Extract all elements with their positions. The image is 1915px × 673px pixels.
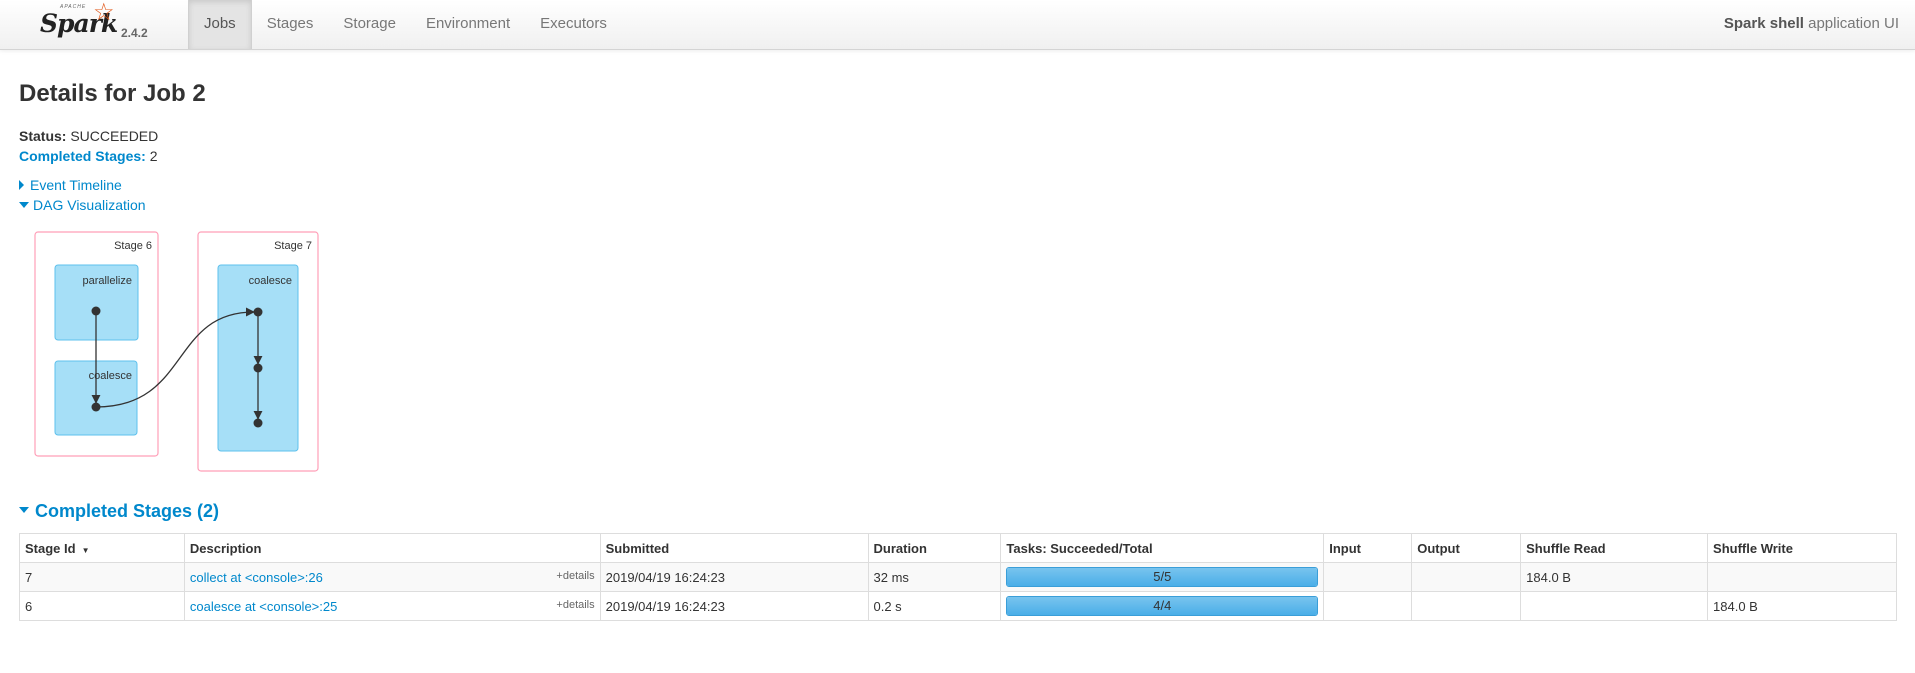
- tasks-progress-label: 4/4: [1153, 598, 1172, 613]
- cell-input: [1323, 562, 1413, 592]
- triangle-down-icon: [19, 507, 29, 514]
- tab-executors[interactable]: Executors: [525, 0, 622, 49]
- col-duration[interactable]: Duration: [867, 533, 1002, 563]
- table-row: 6 coalesce at <console>:25 +details 2019…: [19, 591, 1897, 621]
- spark-logo[interactable]: APACHE Spark ☆ 2.4.2: [36, 0, 156, 49]
- dag-visualization: Stage 6 parallelize coalesce Stage 7 coa…: [34, 231, 319, 472]
- dag-visualization-toggle[interactable]: DAG Visualization: [19, 197, 146, 213]
- col-submitted[interactable]: Submitted: [599, 533, 869, 563]
- cell-tasks: 4/4: [1000, 591, 1325, 621]
- completed-stages-table: Stage Id ▼ Description Submitted Duration…: [19, 533, 1897, 621]
- spark-star-icon: ☆: [93, 0, 115, 26]
- cell-shuffle-read: 184.0 B: [1520, 562, 1709, 592]
- cell-stage-id: 6: [19, 591, 185, 621]
- table-header-row: Stage Id ▼ Description Submitted Duration…: [19, 533, 1897, 563]
- page-title: Details for Job 2: [19, 80, 206, 107]
- col-output[interactable]: Output: [1411, 533, 1522, 563]
- tab-storage[interactable]: Storage: [328, 0, 411, 49]
- col-description[interactable]: Description: [183, 533, 601, 563]
- dag-dot[interactable]: [253, 418, 263, 428]
- dag-stage-7-label: Stage 7: [274, 240, 312, 252]
- nav-tabs: Jobs Stages Storage Environment Executor…: [188, 0, 622, 49]
- cell-shuffle-write: 184.0 B: [1707, 591, 1897, 621]
- tab-stages[interactable]: Stages: [252, 0, 329, 49]
- col-stage-id-label: Stage Id: [25, 540, 76, 556]
- cell-duration: 0.2 s: [867, 591, 1002, 621]
- event-timeline-label: Event Timeline: [30, 177, 122, 193]
- triangle-down-icon: [19, 202, 29, 209]
- dag-dot[interactable]: [253, 307, 263, 317]
- cell-description: coalesce at <console>:25 +details: [183, 591, 601, 621]
- dag-stage-6-label: Stage 6: [114, 240, 152, 252]
- dag-dot[interactable]: [91, 402, 101, 412]
- dag-node-coalesce-stage7-label: coalesce: [249, 275, 292, 287]
- details-toggle[interactable]: +details: [556, 599, 594, 611]
- triangle-right-icon: [19, 180, 24, 191]
- job-summary: Status: SUCCEEDED Completed Stages: 2: [19, 126, 158, 166]
- dag-dot[interactable]: [91, 306, 101, 316]
- col-stage-id[interactable]: Stage Id ▼: [19, 533, 185, 563]
- cell-submitted: 2019/04/19 16:24:23: [599, 562, 869, 592]
- cell-tasks: 5/5: [1000, 562, 1325, 592]
- col-shuffle-write[interactable]: Shuffle Write: [1707, 533, 1897, 563]
- tab-jobs[interactable]: Jobs: [188, 0, 252, 49]
- stage-description-link[interactable]: collect at <console>:26: [190, 570, 323, 585]
- app-name: Spark shell: [1723, 15, 1804, 32]
- cell-duration: 32 ms: [867, 562, 1002, 592]
- navbar: APACHE Spark ☆ 2.4.2 Jobs Stages Storage…: [0, 0, 1915, 50]
- cell-submitted: 2019/04/19 16:24:23: [599, 591, 869, 621]
- completed-stages-count: 2: [149, 148, 158, 164]
- app-title-suffix: application UI: [1803, 15, 1899, 32]
- dag-node-parallelize-label: parallelize: [82, 275, 132, 287]
- dag-visualization-label: DAG Visualization: [33, 197, 146, 213]
- status-row: Status: SUCCEEDED: [19, 126, 158, 146]
- cell-shuffle-write: [1707, 562, 1897, 592]
- col-input[interactable]: Input: [1323, 533, 1413, 563]
- completed-stages-row: Completed Stages: 2: [19, 146, 158, 166]
- details-toggle[interactable]: +details: [556, 570, 594, 582]
- cell-shuffle-read: [1520, 591, 1709, 621]
- table-row: 7 collect at <console>:26 +details 2019/…: [19, 562, 1897, 592]
- tab-environment[interactable]: Environment: [411, 0, 525, 49]
- dag-dot[interactable]: [253, 363, 263, 373]
- completed-stages-link[interactable]: Completed Stages:: [19, 148, 146, 164]
- stage-description-link[interactable]: coalesce at <console>:25: [190, 599, 337, 614]
- tasks-progress-label: 5/5: [1153, 569, 1172, 584]
- tasks-progress-bar: 5/5: [1006, 567, 1319, 587]
- col-shuffle-read[interactable]: Shuffle Read: [1520, 533, 1709, 563]
- sort-desc-icon[interactable]: ▼: [82, 546, 90, 555]
- tasks-progress-bar: 4/4: [1006, 596, 1319, 616]
- cell-input: [1323, 591, 1413, 621]
- dag-node-coalesce-stage6-label: coalesce: [89, 370, 132, 382]
- cell-output: [1411, 591, 1522, 621]
- completed-stages-title: Completed Stages (2): [35, 501, 220, 521]
- spark-version: 2.4.2: [121, 26, 148, 40]
- event-timeline-toggle[interactable]: Event Timeline: [19, 177, 122, 193]
- status-value: SUCCEEDED: [70, 128, 159, 144]
- app-title: Spark shell application UI: [1724, 0, 1899, 47]
- cell-description: collect at <console>:26 +details: [183, 562, 601, 592]
- cell-stage-id: 7: [19, 562, 185, 592]
- col-tasks[interactable]: Tasks: Succeeded/Total: [1000, 533, 1325, 563]
- completed-stages-header[interactable]: Completed Stages (2): [19, 501, 219, 522]
- status-label: Status:: [19, 128, 67, 144]
- cell-output: [1411, 562, 1522, 592]
